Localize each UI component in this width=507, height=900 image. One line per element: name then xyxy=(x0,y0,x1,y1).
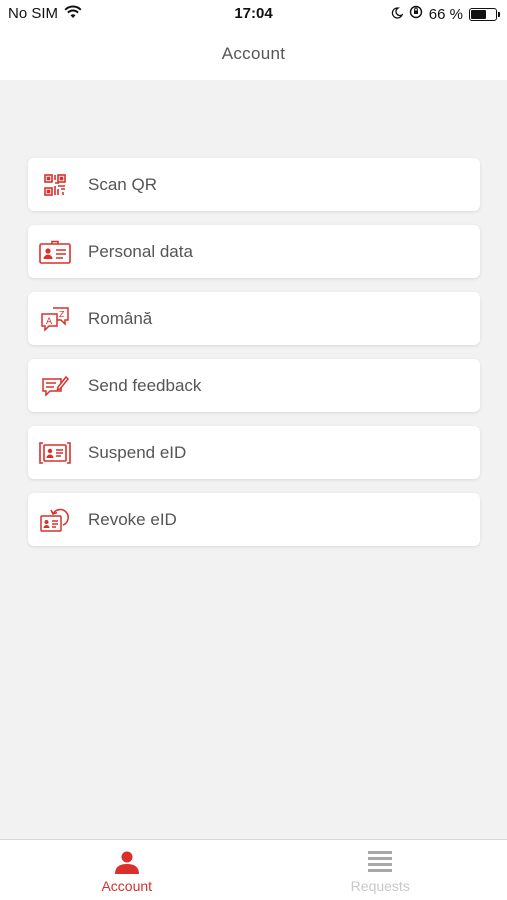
menu-item-label: Revoke eID xyxy=(88,509,177,529)
person-icon xyxy=(114,850,140,879)
content-area: Scan QR Personal data A Z Română Send fe… xyxy=(0,80,507,840)
menu-item-suspend-eid[interactable]: Suspend eID xyxy=(28,426,480,479)
account-menu: Scan QR Personal data A Z Română Send fe… xyxy=(28,158,480,560)
id-card-icon xyxy=(38,237,72,267)
tab-label: Account xyxy=(101,878,153,894)
orientation-lock-icon xyxy=(409,5,423,23)
tab-account[interactable]: Account xyxy=(0,840,254,900)
status-bar: No SIM 17:04 66 % xyxy=(0,0,507,28)
battery-icon xyxy=(469,7,500,21)
menu-item-revoke-eid[interactable]: Revoke eID xyxy=(28,493,480,546)
menu-item-label: Scan QR xyxy=(88,174,157,194)
suspend-id-icon xyxy=(38,438,72,468)
revoke-id-icon xyxy=(38,505,72,535)
menu-item-label: Română xyxy=(88,308,153,328)
menu-item-language[interactable]: A Z Română xyxy=(28,292,480,345)
menu-item-scan-qr[interactable]: Scan QR xyxy=(28,158,480,211)
battery-percent: 66 % xyxy=(428,5,463,23)
tab-requests[interactable]: Requests xyxy=(254,840,507,900)
svg-text:A: A xyxy=(46,317,53,327)
moon-icon xyxy=(391,6,404,23)
svg-text:Z: Z xyxy=(59,310,65,319)
qr-code-icon xyxy=(38,170,72,200)
tab-bar: Account Requests xyxy=(0,839,507,900)
page-title: Account xyxy=(221,44,286,63)
tab-label: Requests xyxy=(350,878,410,894)
menu-item-label: Send feedback xyxy=(88,375,202,395)
menu-item-label: Suspend eID xyxy=(88,442,187,462)
feedback-icon xyxy=(38,371,72,401)
menu-item-personal-data[interactable]: Personal data xyxy=(28,225,480,278)
nav-header: Account xyxy=(0,28,507,80)
list-icon xyxy=(368,850,393,877)
menu-item-label: Personal data xyxy=(88,241,193,261)
menu-item-send-feedback[interactable]: Send feedback xyxy=(28,359,480,412)
language-icon: A Z xyxy=(38,304,72,334)
